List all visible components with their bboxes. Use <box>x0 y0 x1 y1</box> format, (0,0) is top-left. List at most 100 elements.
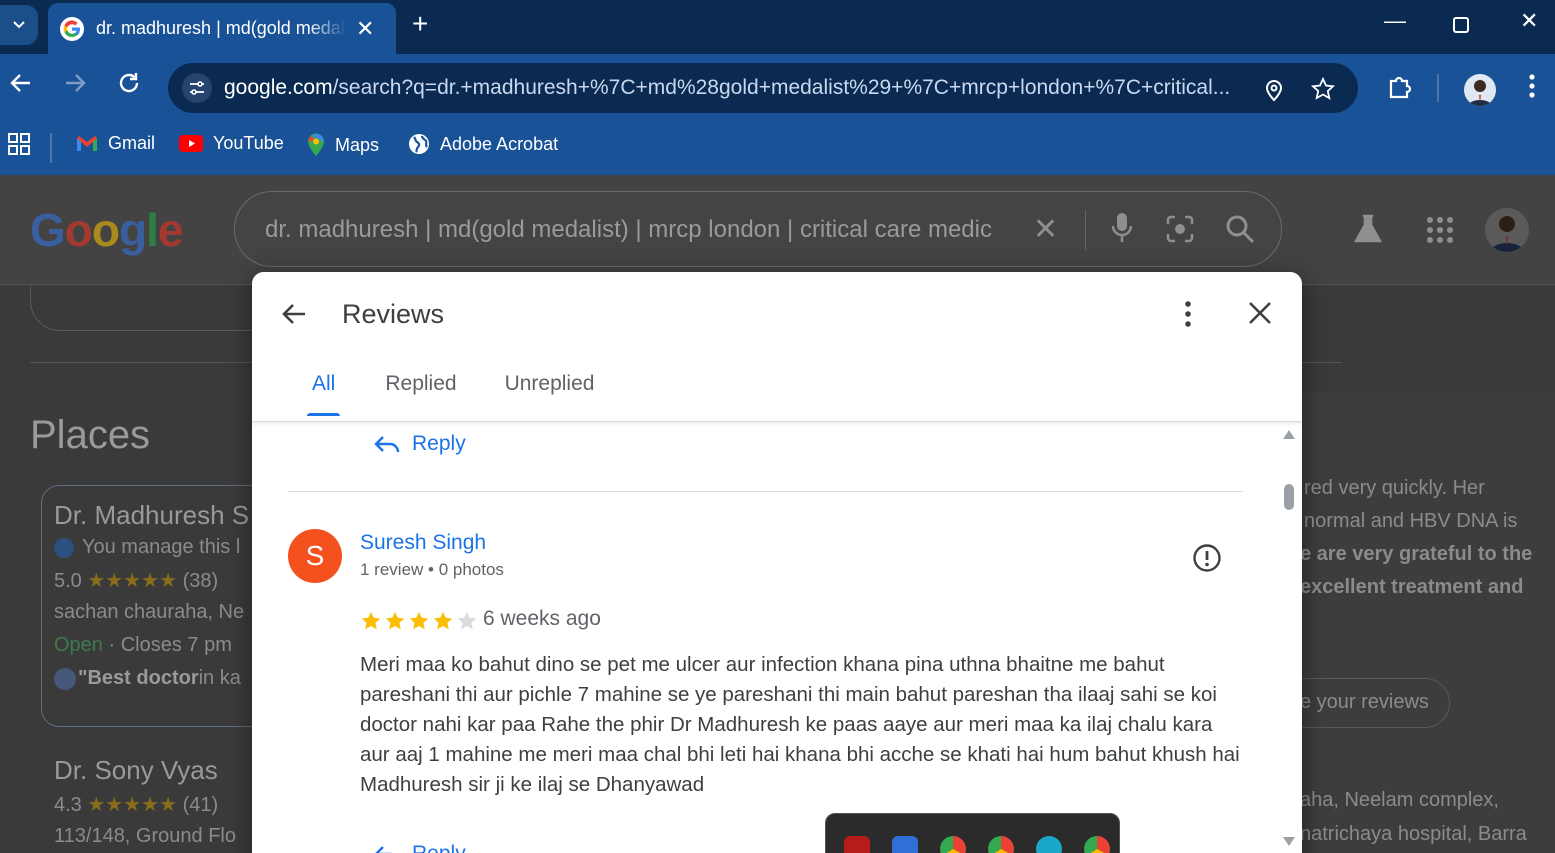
star-icon <box>457 611 477 630</box>
bookmark-youtube[interactable]: YouTube <box>179 133 284 154</box>
back-arrow-icon[interactable] <box>280 300 308 333</box>
rating-stars-icon: ★★★★★ <box>87 570 178 592</box>
profile-avatar[interactable] <box>1464 74 1496 106</box>
browser-tab-active[interactable]: dr. madhuresh | md(gold medalist) | mrcp… <box>48 3 396 54</box>
bookmarks-bar: Gmail YouTube Maps Adobe Acrobat <box>0 121 1555 175</box>
tab-search-button[interactable] <box>0 5 38 45</box>
location-pin-icon[interactable] <box>1263 78 1285 107</box>
close-icon[interactable] <box>1248 301 1272 330</box>
dialog-scrollbar[interactable] <box>1282 428 1296 853</box>
google-logo[interactable]: Google <box>30 203 183 257</box>
browser-tab-bar: dr. madhuresh | md(gold medalist) | mrcp… <box>0 0 1555 54</box>
back-arrow-icon[interactable] <box>8 70 34 103</box>
taskbar-overflow <box>825 813 1120 853</box>
star-icon <box>361 611 381 630</box>
close-tab-icon[interactable]: ✕ <box>356 16 374 42</box>
dialog-header: Reviews All Replied Unreplied <box>252 272 1302 422</box>
place-quote: "Best doctor in ka <box>54 667 241 690</box>
review-divider <box>288 491 1243 492</box>
camera-lens-icon[interactable] <box>1165 214 1195 249</box>
forward-arrow-icon[interactable] <box>62 70 88 103</box>
reload-icon[interactable] <box>116 70 142 103</box>
user-avatar-icon <box>54 667 76 690</box>
review-text: Meri maa ko bahut dino se pet me ulcer a… <box>360 653 1240 796</box>
reviews-dialog: Reviews All Replied Unreplied Reply S Su… <box>252 272 1302 853</box>
section-divider-right <box>1300 362 1342 363</box>
review-snippet-line-1: red very quickly. Her <box>1304 477 1485 499</box>
reviewer-meta: 1 review • 0 photos <box>360 560 504 579</box>
close-window-icon[interactable]: ✕ <box>1520 8 1538 34</box>
site-settings-icon[interactable] <box>182 73 212 103</box>
browser-toolbar: google.com/search?q=dr.+madhuresh+%7C+md… <box>0 54 1555 121</box>
review-snippet-line-4: excellent treatment and <box>1300 576 1524 598</box>
search-box[interactable]: dr. madhuresh | md(gold medalist) | mrcp… <box>234 191 1282 267</box>
url-text[interactable]: google.com/search?q=dr.+madhuresh+%7C+md… <box>224 76 1244 100</box>
search-divider <box>1085 210 1086 250</box>
review-stars <box>360 610 478 632</box>
google-favicon-icon <box>60 16 84 41</box>
bookmark-star-icon[interactable] <box>1310 76 1336 106</box>
search-query-text[interactable]: dr. madhuresh | md(gold medalist) | mrcp… <box>265 216 1025 244</box>
scroll-up-arrow-icon[interactable] <box>1282 428 1296 440</box>
search-icon[interactable] <box>1225 214 1255 249</box>
chip-remnant <box>30 285 260 331</box>
reply-button[interactable]: Reply <box>374 432 466 456</box>
scrollbar-thumb[interactable] <box>1284 484 1294 510</box>
new-tab-button[interactable]: + <box>412 8 428 40</box>
review-date: 6 weeks ago <box>483 607 601 630</box>
tab-all[interactable]: All <box>292 360 355 416</box>
dialog-title: Reviews <box>342 299 445 329</box>
review-snippet-line-2: normal and HBV DNA is <box>1304 510 1518 532</box>
bookmark-adobe-acrobat[interactable]: Adobe Acrobat <box>408 133 558 155</box>
review-snippet-line-3: e are very grateful to the <box>1300 543 1533 565</box>
place-name-sony[interactable]: Dr. Sony Vyas <box>54 755 218 786</box>
reply-arrow-icon <box>374 436 400 453</box>
minimize-window-icon[interactable]: — <box>1384 8 1406 34</box>
place-address: sachan chauraha, Ne <box>54 601 245 623</box>
labs-flask-icon[interactable] <box>1352 213 1384 250</box>
gmail-icon <box>77 136 97 151</box>
toolbar-divider <box>1437 74 1439 102</box>
tab-unreplied[interactable]: Unreplied <box>485 360 615 416</box>
more-options-icon[interactable] <box>1182 300 1194 333</box>
chrome-alt-app-icon[interactable] <box>1084 836 1110 853</box>
rating-stars-icon: ★★★★★ <box>87 794 178 816</box>
reviews-list: Reply S Suresh Singh 1 review • 0 photos… <box>252 422 1302 853</box>
bookmark-maps[interactable]: Maps <box>307 133 379 157</box>
address-bar[interactable]: google.com/search?q=dr.+madhuresh+%7C+md… <box>168 63 1358 113</box>
places-heading: Places <box>30 413 151 457</box>
maximize-window-icon[interactable] <box>1452 14 1470 40</box>
tab-replied[interactable]: Replied <box>365 360 476 416</box>
reviewer-name[interactable]: Suresh Singh <box>360 531 486 555</box>
address-line-1: aha, Neelam complex, <box>1300 789 1499 811</box>
manage-line: You manage this l <box>54 536 240 559</box>
place-hours: Open · Closes 7 pm <box>54 634 232 656</box>
bookmarks-divider <box>50 133 52 163</box>
place-rating-sony: 4.3 ★★★★★ (41) <box>54 794 219 816</box>
reviewer-avatar[interactable]: S <box>288 529 342 583</box>
star-icon <box>385 611 405 630</box>
acrobat-app-icon[interactable] <box>844 836 870 853</box>
reply-arrow-icon <box>375 846 392 853</box>
microphone-icon[interactable] <box>1111 212 1133 249</box>
google-apps-icon[interactable] <box>1427 217 1453 248</box>
account-avatar[interactable] <box>1485 208 1529 252</box>
tab-title: dr. madhuresh | md(gold medalist) | mrcp… <box>96 18 346 38</box>
extensions-puzzle-icon[interactable] <box>1386 72 1414 105</box>
star-icon <box>409 611 429 630</box>
maps-pin-icon <box>308 133 324 156</box>
browser-menu-icon[interactable] <box>1523 72 1541 105</box>
search-header: Google dr. madhuresh | md(gold medalist)… <box>0 175 1555 285</box>
reply-button-2[interactable]: Reply <box>374 842 466 853</box>
chrome-app-icon[interactable] <box>940 836 966 853</box>
edge-app-icon[interactable] <box>1036 836 1062 853</box>
photos-app-icon[interactable] <box>892 836 918 853</box>
bookmark-gmail[interactable]: Gmail <box>76 133 155 154</box>
report-review-icon[interactable] <box>1192 543 1222 578</box>
chrome-profile-app-icon[interactable] <box>988 836 1014 853</box>
place-address-sony: 113/148, Ground Flo <box>54 825 236 847</box>
scroll-down-arrow-icon[interactable] <box>1282 836 1296 848</box>
apps-grid-icon[interactable] <box>8 133 30 155</box>
clear-search-icon[interactable]: ✕ <box>1033 212 1058 247</box>
address-line-2: natrichaya hospital, Barra <box>1300 823 1527 845</box>
